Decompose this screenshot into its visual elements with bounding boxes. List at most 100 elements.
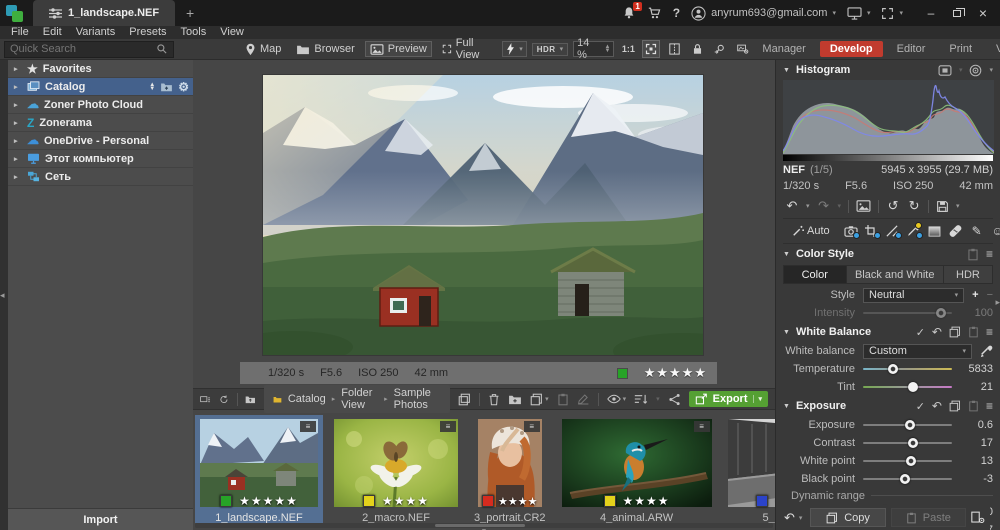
enabled-checkbox[interactable]: ✓ bbox=[916, 400, 925, 413]
chevron-down-icon[interactable]: ▾ bbox=[959, 66, 963, 74]
chevron-right-icon[interactable]: ▸ bbox=[14, 155, 22, 163]
collapse-left-panel-handle[interactable]: ◂ bbox=[0, 290, 5, 301]
chevron-right-icon[interactable]: ▸ bbox=[14, 65, 22, 73]
camera-settings-tool[interactable] bbox=[844, 225, 858, 237]
tab-color[interactable]: Color bbox=[784, 266, 847, 283]
copy-settings-icon[interactable] bbox=[949, 400, 961, 412]
fullscreen-mode-button[interactable]: ▾ bbox=[881, 7, 903, 20]
collapse-icon[interactable]: ▼ bbox=[783, 67, 790, 74]
add-folder-icon[interactable] bbox=[160, 82, 173, 92]
tint-slider[interactable] bbox=[863, 386, 952, 388]
histogram-mode-icon[interactable] bbox=[938, 65, 952, 76]
rotate-right-button[interactable]: ↻ bbox=[907, 198, 921, 214]
menu-edit[interactable]: Edit bbox=[36, 26, 69, 39]
paste-settings-icon[interactable] bbox=[967, 248, 979, 261]
redo-button[interactable]: ↷ bbox=[817, 198, 831, 214]
account-menu[interactable]: anyrum693@gmail.com ▾ bbox=[691, 6, 836, 21]
sort-mode-icon[interactable] bbox=[200, 393, 211, 406]
main-photo[interactable] bbox=[263, 75, 703, 355]
sidebar-item-onedrive[interactable]: ▸ ☁ OneDrive - Personal bbox=[8, 132, 193, 150]
undo-button[interactable]: ↶ bbox=[785, 198, 799, 214]
sidebar-item-zonerama[interactable]: ▸ Z Zonerama bbox=[8, 114, 193, 132]
chevron-right-icon[interactable]: ▸ bbox=[14, 137, 22, 145]
thumbnail-4-animal[interactable]: ≡ ★★★★ 4_animal.ARW bbox=[557, 415, 717, 523]
undo-history-caret[interactable]: ▾ bbox=[806, 202, 810, 210]
reset-icon[interactable]: ↶ bbox=[932, 399, 942, 413]
black-point-slider[interactable] bbox=[863, 478, 952, 480]
breadcrumb-catalog[interactable]: Catalog bbox=[288, 393, 326, 405]
chevron-right-icon[interactable]: ▸ bbox=[14, 173, 22, 181]
compare-original-icon[interactable] bbox=[856, 200, 871, 212]
slider-handle[interactable] bbox=[906, 456, 916, 466]
chevron-right-icon[interactable]: ▸ bbox=[14, 119, 22, 127]
color-label-swatch[interactable] bbox=[604, 495, 616, 507]
full-view-button[interactable]: Full View bbox=[437, 35, 497, 63]
crop-tool[interactable] bbox=[865, 225, 879, 237]
tab-hdr[interactable]: HDR bbox=[944, 266, 992, 283]
gradient-filter-tool[interactable] bbox=[928, 226, 942, 237]
slider-handle[interactable] bbox=[908, 438, 918, 448]
new-folder-icon[interactable] bbox=[508, 394, 522, 405]
thumbnail-5-architecture[interactable]: ≡ ★★ 5_architecture.A bbox=[723, 415, 775, 523]
healing-brush-tool[interactable] bbox=[949, 225, 963, 237]
tab-video[interactable]: Video bbox=[986, 41, 1000, 57]
collapse-icon[interactable]: ▼ bbox=[783, 251, 790, 258]
temperature-slider[interactable] bbox=[863, 368, 952, 370]
color-label-swatch[interactable] bbox=[363, 495, 375, 507]
color-label-swatch[interactable] bbox=[756, 495, 768, 507]
close-button[interactable]: × bbox=[970, 0, 996, 26]
hdr-button[interactable]: HDR ▾ bbox=[532, 43, 568, 56]
white-balance-tool[interactable] bbox=[907, 225, 921, 237]
zoom-level-input[interactable]: 14 % ▲▼ bbox=[573, 41, 614, 57]
white-point-slider[interactable] bbox=[863, 460, 952, 462]
copy-settings-icon[interactable] bbox=[949, 326, 961, 338]
color-label-swatch[interactable] bbox=[220, 495, 232, 507]
contrast-slider[interactable] bbox=[863, 442, 952, 444]
slider-handle[interactable] bbox=[900, 474, 910, 484]
zoom-navigate-button[interactable] bbox=[711, 40, 729, 58]
collapse-right-panel-handle[interactable]: ▸ bbox=[995, 297, 1000, 308]
tab-editor[interactable]: Editor bbox=[887, 41, 936, 57]
sidebar-item-zoner-photo-cloud[interactable]: ▸ ☁ Zoner Photo Cloud bbox=[8, 96, 193, 114]
sidebar-item-network[interactable]: ▸ Сеть bbox=[8, 168, 193, 186]
restore-button[interactable] bbox=[944, 0, 970, 26]
compare-view-button[interactable] bbox=[665, 40, 683, 58]
paste-settings-icon[interactable] bbox=[968, 326, 979, 338]
chevron-down-icon[interactable]: ▾ bbox=[989, 66, 993, 74]
preview-button[interactable]: Preview bbox=[365, 41, 432, 57]
add-style-button[interactable]: + bbox=[972, 289, 978, 301]
thumbnail-1-landscape[interactable]: ≡ ★★★★★ 1_landscape.NEF bbox=[195, 415, 323, 523]
tab-print[interactable]: Print bbox=[939, 41, 982, 57]
chevron-right-icon[interactable]: ▸ bbox=[14, 83, 22, 91]
zoom-spinner[interactable]: ▲▼ bbox=[604, 45, 610, 53]
sidebar-item-favorites[interactable]: ▸ ★ Favorites bbox=[8, 60, 193, 78]
paste-settings-icon[interactable] bbox=[968, 400, 979, 412]
collapse-icon[interactable]: ▼ bbox=[783, 329, 790, 336]
star-rating[interactable]: ★★★★ bbox=[498, 495, 537, 508]
overexposure-icon[interactable] bbox=[969, 64, 982, 77]
collapse-icon[interactable]: ▼ bbox=[783, 403, 790, 410]
exposure-header[interactable]: ▼ Exposure ✓ ↶ ≡ bbox=[783, 396, 993, 416]
new-tab-button[interactable]: + bbox=[175, 5, 205, 21]
breadcrumb-folder-view[interactable]: Folder View bbox=[341, 387, 378, 411]
menu-tools[interactable]: Tools bbox=[174, 26, 214, 39]
search-input[interactable] bbox=[10, 43, 152, 55]
slider-handle[interactable] bbox=[905, 420, 915, 430]
rotate-left-button[interactable]: ↺ bbox=[886, 198, 900, 214]
copy-all-button[interactable]: Copy bbox=[810, 508, 885, 527]
star-rating[interactable]: ★★★★ bbox=[382, 494, 429, 508]
brush-tool[interactable]: ✎ bbox=[970, 224, 984, 238]
store-button[interactable] bbox=[647, 6, 662, 20]
map-button[interactable]: Map bbox=[240, 41, 286, 58]
face-retouch-tool[interactable]: ☺ bbox=[991, 224, 1000, 238]
remove-style-button[interactable]: − bbox=[987, 289, 993, 301]
quick-search[interactable] bbox=[4, 41, 174, 58]
menu-presets[interactable]: Presets bbox=[122, 26, 173, 39]
slider-handle[interactable] bbox=[888, 364, 898, 374]
auto-enhance-button[interactable]: ▾ bbox=[502, 41, 527, 57]
batch-settings-icon[interactable] bbox=[971, 511, 985, 524]
exposure-slider[interactable] bbox=[863, 424, 952, 426]
slider-handle[interactable] bbox=[936, 308, 946, 318]
menu-variants[interactable]: Variants bbox=[69, 26, 123, 39]
scrollbar-thumb[interactable] bbox=[435, 524, 525, 527]
